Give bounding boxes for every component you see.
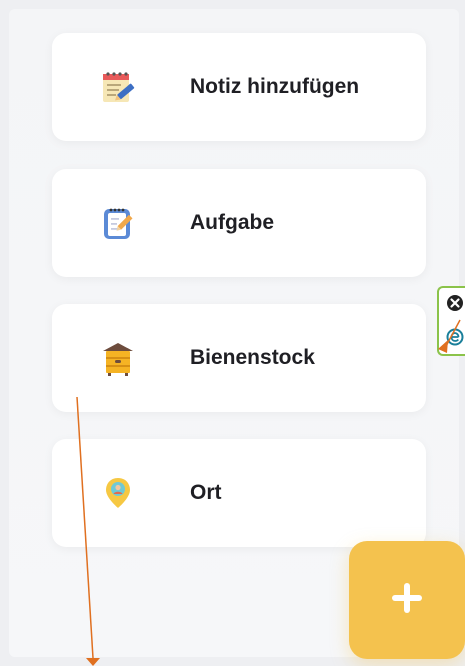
- menu-item-beehive[interactable]: Bienenstock: [52, 304, 426, 412]
- add-fab-button[interactable]: [349, 541, 465, 659]
- notepad-task-icon: [99, 204, 137, 242]
- close-circle-icon[interactable]: [446, 294, 464, 317]
- plus-icon: [390, 581, 424, 620]
- arrow-head-down: [86, 658, 100, 666]
- note-edit-icon: [99, 68, 137, 106]
- menu-item-location[interactable]: Ort: [52, 439, 426, 547]
- location-pin-icon: [99, 474, 137, 512]
- edit-e-icon[interactable]: [446, 328, 464, 351]
- menu-item-label: Notiz hinzufügen: [190, 75, 360, 98]
- menu-item-add-note[interactable]: Notiz hinzufügen: [52, 33, 426, 141]
- beehive-icon: [99, 339, 137, 377]
- menu-item-label: Bienenstock: [190, 346, 315, 369]
- menu-item-task[interactable]: Aufgabe: [52, 169, 426, 277]
- edge-annotation-widget[interactable]: [437, 286, 465, 356]
- menu-item-label: Ort: [190, 481, 222, 504]
- menu-item-label: Aufgabe: [190, 211, 274, 234]
